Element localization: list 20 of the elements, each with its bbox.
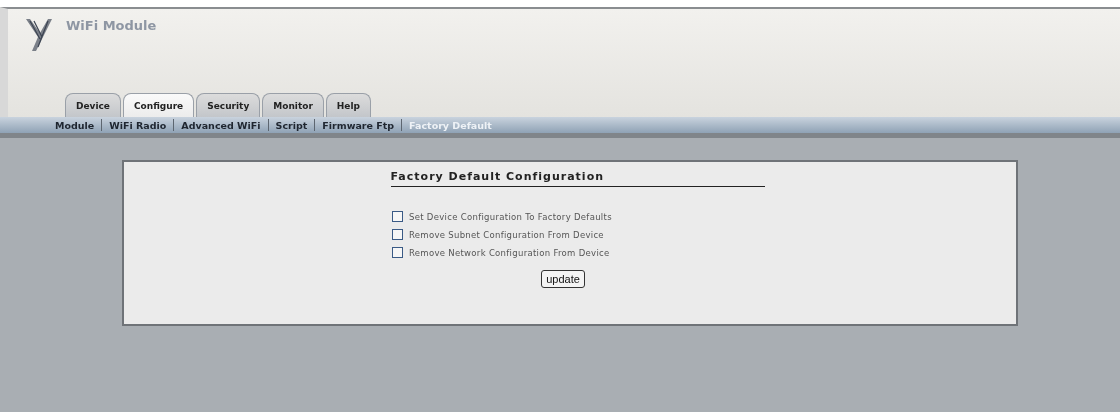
nav-tab[interactable]: Help	[325, 93, 371, 117]
nav-tab[interactable]: Device	[65, 93, 121, 117]
subnav-link[interactable]: Firmware Ftp	[315, 119, 402, 131]
checkbox[interactable]	[392, 247, 403, 258]
nav-tab[interactable]: Security	[196, 93, 261, 117]
nav-tab[interactable]: Monitor	[262, 93, 324, 117]
subnav-link[interactable]: WiFi Radio	[102, 119, 174, 131]
checkbox[interactable]	[392, 211, 403, 222]
logo-icon	[24, 17, 54, 53]
form-title: Factory Default Configuration	[390, 170, 765, 187]
checkbox-label: Remove Network Configuration From Device	[409, 247, 610, 258]
update-button[interactable]: update	[541, 270, 585, 288]
subnav-link[interactable]: Module	[48, 119, 102, 131]
nav-tab[interactable]: Configure	[122, 93, 195, 117]
subnav-link[interactable]: Advanced WiFi	[174, 119, 268, 131]
checkbox[interactable]	[392, 229, 403, 240]
checkbox-label: Set Device Configuration To Factory Defaults	[409, 211, 612, 222]
checkbox-label: Remove Subnet Configuration From Device	[409, 229, 604, 240]
subnav-link[interactable]: Script	[268, 119, 315, 131]
app-title: WiFi Module	[66, 18, 157, 33]
